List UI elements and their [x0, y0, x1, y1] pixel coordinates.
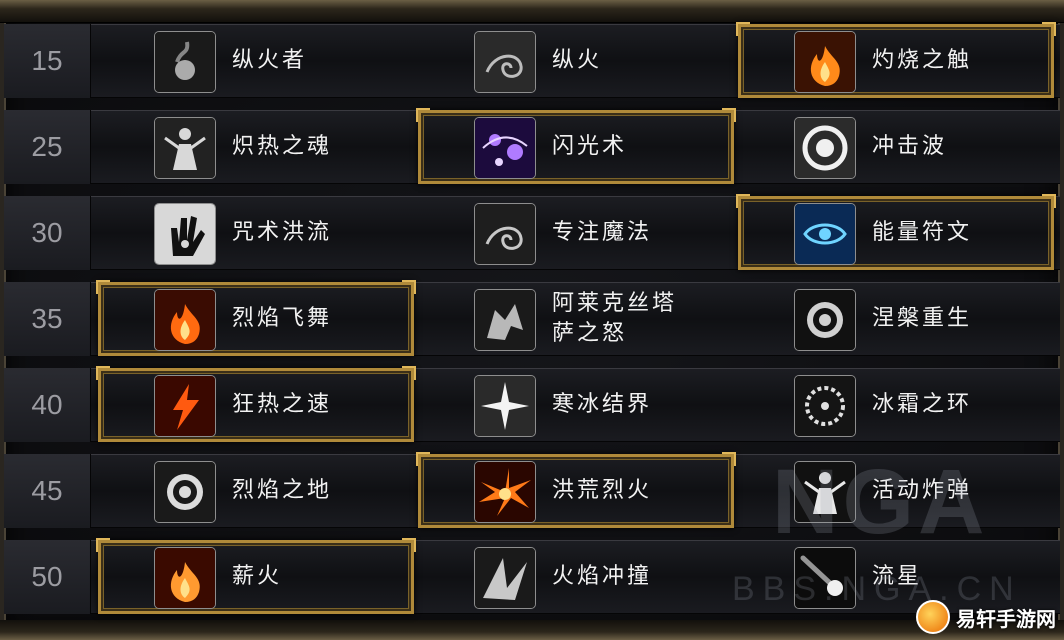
- talent-name: 火焰冲撞: [552, 564, 653, 589]
- talent-option[interactable]: 狂热之速: [96, 366, 416, 442]
- talent-row: 45 烈焰之地 洪荒烈火 活动炸弹: [0, 450, 1064, 532]
- talent-name: 专注魔法: [552, 220, 653, 245]
- talent-name: 薪火: [232, 564, 283, 589]
- pyromaniac-icon: [154, 31, 216, 93]
- talent-option[interactable]: 专注魔法: [418, 196, 734, 270]
- shimmer-icon: [474, 117, 536, 179]
- logo-text: 易轩手游网: [956, 606, 1056, 631]
- from-the-ashes-icon: [794, 289, 856, 351]
- pyroclasm-icon: [474, 547, 536, 609]
- logo-badge-icon: [916, 600, 950, 634]
- frenetic-speed-icon: [154, 375, 216, 437]
- conflagration-icon: [474, 31, 536, 93]
- talent-option[interactable]: 涅槃重生: [738, 282, 1054, 356]
- talent-option[interactable]: 烈焰飞舞: [96, 280, 416, 356]
- talent-option[interactable]: 能量符文: [736, 194, 1056, 270]
- talent-name: 能量符文: [872, 220, 973, 245]
- flame-on-icon: [154, 289, 216, 351]
- talent-name: 狂热之速: [232, 392, 333, 417]
- talent-tier-level: 45: [4, 454, 91, 528]
- talent-option[interactable]: 冰霜之环: [738, 368, 1054, 442]
- talent-row: 40 狂热之速 寒冰结界 冰霜之环: [0, 364, 1064, 446]
- site-logo: 易轩手游网: [916, 600, 1056, 634]
- talent-name: 寒冰结界: [552, 392, 653, 417]
- talent-name: 洪荒烈火: [552, 478, 653, 503]
- talent-option[interactable]: 纵火: [418, 24, 734, 98]
- talent-option[interactable]: 烈焰之地: [98, 454, 414, 528]
- talent-option[interactable]: 灼烧之触: [736, 22, 1056, 98]
- talent-option[interactable]: 活动炸弹: [738, 454, 1054, 528]
- talent-name: 咒术洪流: [232, 220, 333, 245]
- talent-name: 闪光术: [552, 134, 628, 159]
- talent-option[interactable]: 火焰冲撞: [418, 540, 734, 614]
- meteor-icon: [794, 547, 856, 609]
- incanters-flow-icon: [154, 203, 216, 265]
- talent-row: 50 薪火 火焰冲撞 流星: [0, 536, 1064, 618]
- talent-tier-level: 25: [4, 110, 91, 184]
- kindling-icon: [154, 547, 216, 609]
- focus-magic-icon: [474, 203, 536, 265]
- flame-patch-icon: [154, 461, 216, 523]
- talent-tier-level: 15: [4, 24, 91, 98]
- talent-name: 冲击波: [872, 134, 948, 159]
- rune-of-power-icon: [794, 203, 856, 265]
- talent-row: 15 纵火者 纵火 灼烧之触: [0, 20, 1064, 102]
- talent-option[interactable]: 咒术洪流: [98, 196, 414, 270]
- talent-name: 纵火: [552, 48, 603, 73]
- talent-tier-level: 35: [4, 282, 91, 356]
- talent-option[interactable]: 纵火者: [98, 24, 414, 98]
- conflagration-fire-icon: [474, 461, 536, 523]
- talent-name: 灼烧之触: [872, 48, 973, 73]
- bottom-frame-border: [0, 620, 1064, 640]
- talent-name: 烈焰之地: [232, 478, 333, 503]
- talent-row: 35 烈焰飞舞 阿莱克丝塔萨之怒 涅槃重生: [0, 278, 1064, 360]
- blazing-soul-icon: [154, 117, 216, 179]
- talent-option[interactable]: 洪荒烈火: [416, 452, 736, 528]
- ring-of-frost-icon: [794, 375, 856, 437]
- talent-tier-level: 40: [4, 368, 91, 442]
- talent-name: 纵火者: [232, 48, 308, 73]
- blast-wave-icon: [794, 117, 856, 179]
- talent-tier-level: 30: [4, 196, 91, 270]
- talent-row: 30 咒术洪流 专注魔法 能量符文: [0, 192, 1064, 274]
- ice-ward-icon: [474, 375, 536, 437]
- talent-name: 炽热之魂: [232, 134, 333, 159]
- alexstraszas-fury-icon: [474, 289, 536, 351]
- talent-name: 涅槃重生: [872, 306, 973, 331]
- talent-tier-level: 50: [4, 540, 91, 614]
- living-bomb-icon: [794, 461, 856, 523]
- talent-name: 冰霜之环: [872, 392, 973, 417]
- talent-option[interactable]: 薪火: [96, 538, 416, 614]
- talent-option[interactable]: 闪光术: [416, 108, 736, 184]
- talent-row: 25 炽热之魂 闪光术 冲击波: [0, 106, 1064, 188]
- talent-name: 烈焰飞舞: [232, 306, 333, 331]
- talent-option[interactable]: 冲击波: [738, 110, 1054, 184]
- talent-option[interactable]: 阿莱克丝塔萨之怒: [418, 282, 734, 356]
- talent-option[interactable]: 寒冰结界: [418, 368, 734, 442]
- talent-name: 活动炸弹: [872, 478, 973, 503]
- talent-option[interactable]: 炽热之魂: [98, 110, 414, 184]
- talent-name: 阿莱克丝塔萨之怒: [552, 291, 678, 346]
- searing-touch-icon: [794, 31, 856, 93]
